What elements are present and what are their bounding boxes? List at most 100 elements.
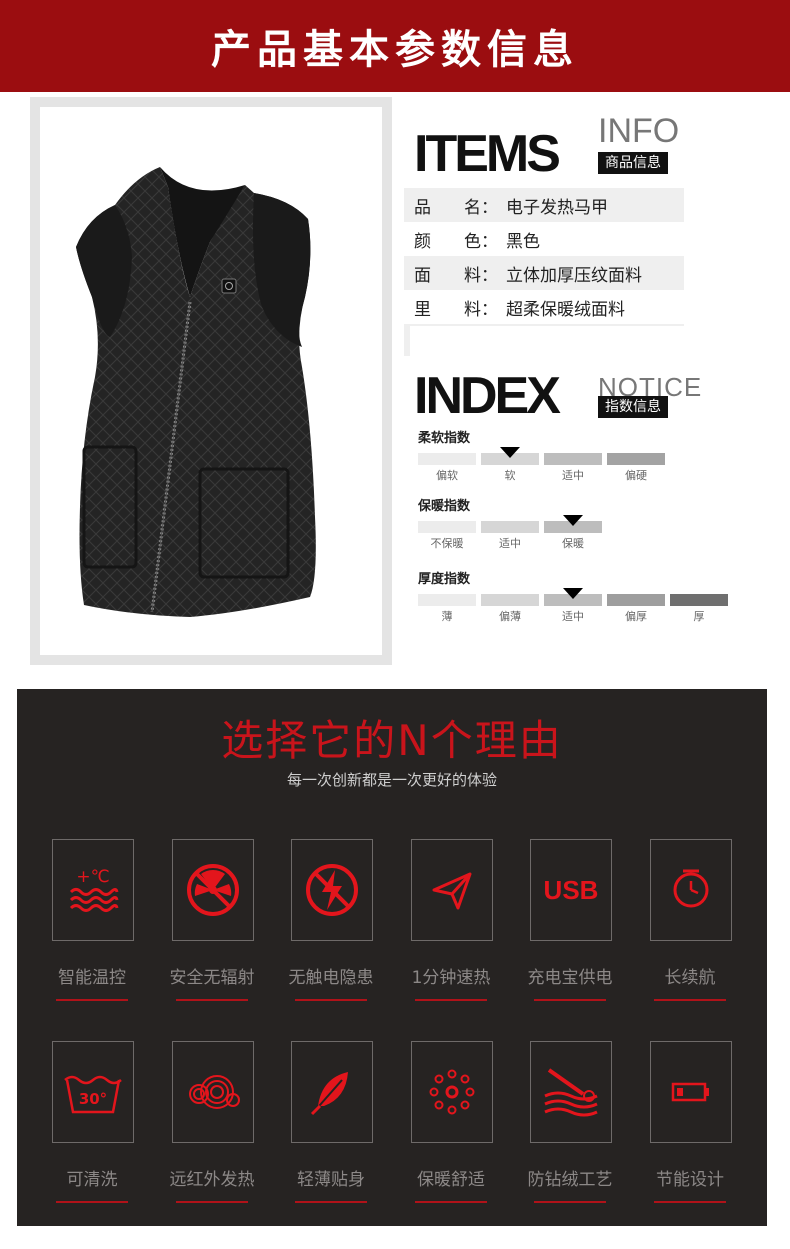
scale-title: 厚度指数: [418, 572, 471, 587]
feature-underline: [56, 1201, 128, 1203]
items-tag: 商品信息: [598, 152, 668, 174]
attr-key-char: 面: [414, 265, 431, 286]
items-big-word: ITEMS: [414, 125, 561, 183]
warmth-scale: 保暖指数 不保暖 适中 保暖: [418, 499, 607, 551]
scale-segment: [481, 521, 539, 533]
feature-long-battery: 长续航: [640, 839, 740, 1019]
feature-box: USB: [530, 839, 612, 941]
scale-bars: [418, 447, 670, 465]
no-radiation-icon: [187, 864, 239, 916]
battery-icon: [671, 1082, 709, 1102]
attr-row-fabric: 面料： 立体加厚压纹面料: [404, 256, 684, 290]
feature-label: 充电宝供电: [527, 968, 613, 988]
index-tag: 指数信息: [598, 396, 668, 418]
scale-segment-label: 不保暖: [430, 537, 464, 550]
scale-segment: [607, 453, 665, 465]
scale-segment-label: 适中: [562, 610, 584, 623]
attr-value-color: 黑色: [506, 231, 540, 252]
attr-spacer: [404, 324, 684, 356]
feature-box: [291, 1041, 373, 1143]
scale-segment: [481, 594, 539, 606]
feature-box: 30°: [52, 1041, 134, 1143]
reasons-section: 选择它的N个理由 每一次创新都是一次更好的体验 +℃ 智能温控 安全无辐射 无触…: [17, 689, 767, 1226]
scale-segment-label: 偏薄: [499, 610, 521, 623]
feature-powerbank: USB 充电宝供电: [520, 839, 620, 1019]
feature-label: 1分钟速热: [411, 968, 491, 988]
feature-label: 轻薄贴身: [297, 1170, 365, 1190]
attribute-table: 品名： 电子发热马甲 颜色： 黑色 面料： 立体加厚压纹面料 里料： 超柔保暖绒…: [404, 188, 684, 356]
scale-segment-label: 软: [504, 469, 516, 482]
wash-temperature: 30°: [79, 1090, 107, 1108]
feature-box: [172, 1041, 254, 1143]
paper-plane-icon: [432, 872, 472, 910]
feature-no-shock: 无触电隐患: [281, 839, 381, 1019]
feature-box: [530, 1041, 612, 1143]
scale-segment-label: 厚: [693, 610, 705, 623]
scale-segment-label: 偏软: [436, 469, 458, 482]
feature-smart-temp: +℃ 智能温控: [42, 839, 142, 1019]
attr-key-char: 色: [464, 231, 481, 252]
feature-box: [411, 1041, 493, 1143]
scale-segment: [418, 594, 476, 606]
product-photo-frame: [30, 97, 392, 665]
feature-underline: [176, 999, 248, 1001]
feature-thin-fit: 轻薄贴身: [281, 1041, 381, 1221]
scale-title: 柔软指数: [418, 431, 471, 446]
reasons-title: 选择它的N个理由: [221, 716, 563, 765]
scale-labels: 不保暖 适中 保暖: [418, 535, 607, 551]
feature-anti-down-leak: 防钻绒工艺: [520, 1041, 620, 1221]
scale-segment-label: 偏厚: [625, 610, 647, 623]
scale-labels: 薄 偏薄 适中 偏厚 厚: [418, 608, 733, 624]
feature-underline: [534, 999, 606, 1001]
scale-segment: [418, 521, 476, 533]
dots-circle-icon: [429, 1069, 475, 1115]
feature-label: 无触电隐患: [288, 968, 374, 988]
feature-no-radiation: 安全无辐射: [162, 839, 262, 1019]
scale-selected-marker: [500, 447, 520, 458]
feature-underline: [654, 999, 726, 1001]
attr-key-char: 里: [414, 299, 431, 320]
attr-key-char: 品: [414, 197, 431, 218]
scale-selected-marker: [563, 588, 583, 599]
feature-label: 可清洗: [66, 1170, 118, 1190]
scale-bars: [418, 588, 733, 606]
feature-underline: [56, 999, 128, 1001]
attr-key-char: 名: [464, 197, 481, 218]
attr-row-lining: 里料： 超柔保暖绒面料: [404, 290, 684, 324]
header-banner: 产品基本参数信息: [0, 0, 790, 92]
feature-label: 远红外发热: [169, 1170, 255, 1190]
scale-segment-label: 偏硬: [625, 469, 647, 482]
feature-underline: [415, 1201, 487, 1203]
scale-selected-marker: [563, 515, 583, 526]
heat-symbol: +℃: [76, 867, 109, 887]
attr-value-name: 电子发热马甲: [506, 197, 608, 218]
scale-bars: [418, 515, 607, 533]
items-thin-word: INFO: [598, 112, 680, 150]
feature-label: 防钻绒工艺: [527, 1170, 613, 1190]
scale-segment-label: 保暖: [562, 537, 584, 550]
feature-label: 节能设计: [656, 1170, 724, 1190]
items-heading: ITEMS INFO 商品信息: [414, 110, 694, 180]
scale-segment: [607, 594, 665, 606]
product-photo: [40, 107, 382, 655]
attr-value-fabric: 立体加厚压纹面料: [506, 265, 642, 286]
needle-thread-icon: [544, 1068, 598, 1117]
clock-icon: [673, 869, 709, 908]
feature-box: [172, 839, 254, 941]
feature-energy-saving: 节能设计: [640, 1041, 740, 1221]
scale-segment-label: 薄: [441, 610, 453, 623]
attr-value-lining: 超柔保暖绒面料: [506, 299, 625, 320]
feather-icon: [310, 1072, 348, 1116]
index-big-word: INDEX: [414, 367, 561, 425]
feature-box: +℃: [52, 839, 134, 941]
vest-image: [76, 167, 316, 617]
feature-underline: [534, 1201, 606, 1203]
scale-segment: [418, 453, 476, 465]
feature-underline: [654, 1201, 726, 1203]
feature-warm-comfort: 保暖舒适: [401, 1041, 501, 1221]
feature-label: 保暖舒适: [417, 1170, 485, 1190]
feature-underline: [295, 999, 367, 1001]
feature-box: [411, 839, 493, 941]
feature-underline: [415, 999, 487, 1001]
feature-box: [291, 839, 373, 941]
